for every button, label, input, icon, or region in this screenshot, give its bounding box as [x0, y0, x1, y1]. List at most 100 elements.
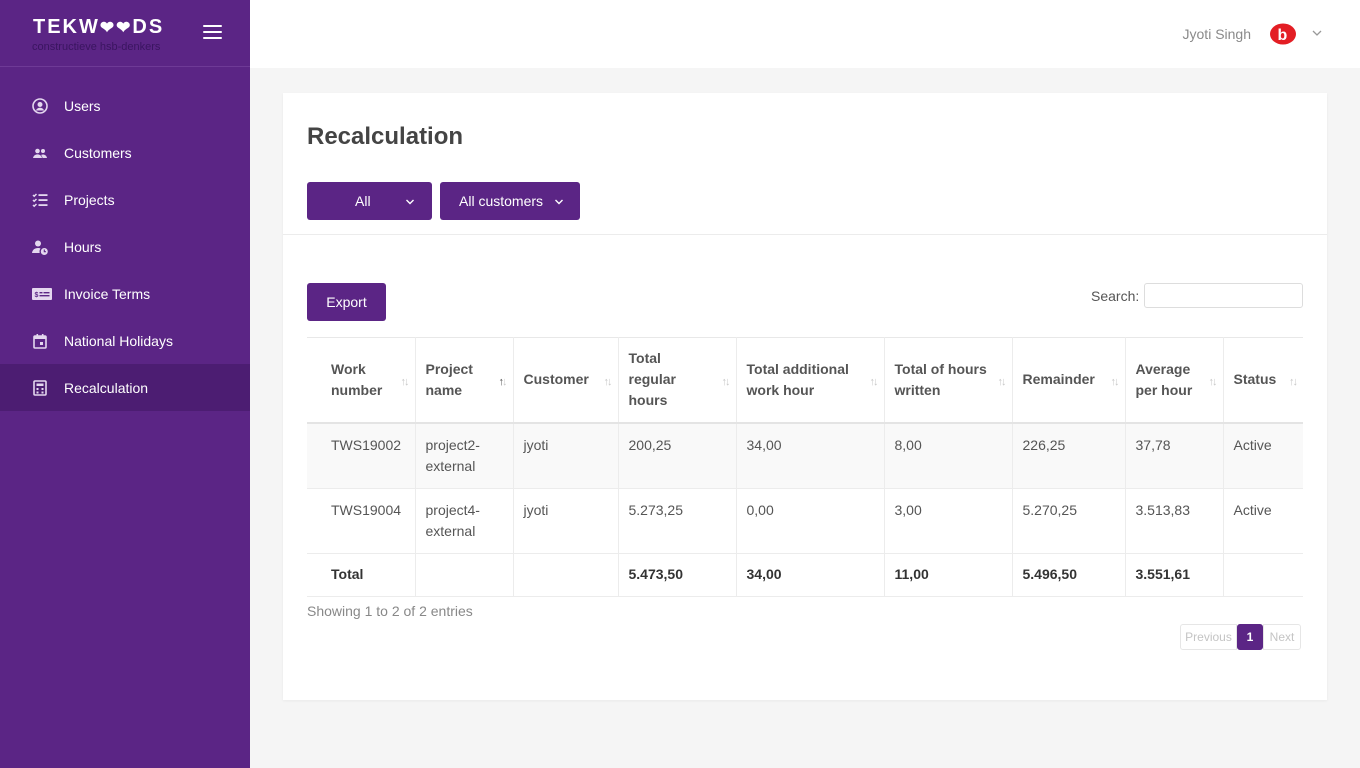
user-clock-icon	[32, 239, 48, 255]
sidebar-nav: Users Customers Projects Hours $ Invoice…	[0, 82, 250, 411]
sort-icon: ↑↓	[721, 376, 731, 388]
cell-status: Active	[1223, 488, 1303, 554]
svg-text:b: b	[1278, 27, 1288, 44]
table-row[interactable]: TWS19002 project2-external jyoti 200,25 …	[307, 422, 1303, 489]
cell-remainder: 5.270,25	[1012, 488, 1126, 554]
column-header-remainder[interactable]: Remainder ↑↓	[1012, 337, 1126, 424]
cell-remainder: 226,25	[1012, 422, 1126, 489]
column-header-total-hours-written[interactable]: Total of hours written ↑↓	[884, 337, 1013, 424]
checklist-icon	[32, 192, 48, 208]
column-header-total-additional-work-hour[interactable]: Total additional work hour ↑↓	[736, 337, 885, 424]
brand-badge-icon[interactable]: b	[1270, 23, 1296, 45]
pagination-next[interactable]: Next	[1263, 624, 1301, 650]
table-info: Showing 1 to 2 of 2 entries	[307, 603, 473, 619]
cell-work-number: TWS19004	[307, 488, 416, 554]
hamburger-menu-icon[interactable]	[203, 25, 222, 39]
table-row[interactable]: TWS19004 project4-external jyoti 5.273,2…	[307, 488, 1303, 554]
column-header-work-number[interactable]: Work number ↑↓	[307, 337, 416, 424]
cell-average-per-hour: 3.513,83	[1125, 488, 1224, 554]
cell-total-additional-work-hour: 34,00	[736, 422, 885, 489]
sidebar-item-recalculation[interactable]: Recalculation	[0, 364, 250, 411]
column-header-label: Project name	[425, 360, 473, 398]
status-filter-dropdown[interactable]: All	[307, 182, 432, 220]
total-remainder: 5.496,50	[1012, 553, 1126, 597]
search-label: Search:	[1091, 288, 1140, 304]
column-header-label: Customer	[523, 371, 589, 388]
column-header-total-regular-hours[interactable]: Total regular hours ↑↓	[618, 337, 737, 424]
cell-work-number: TWS19002	[307, 422, 416, 489]
chevron-down-icon	[404, 195, 416, 211]
total-regular-hours: 5.473,50	[618, 553, 737, 597]
total-cell	[513, 553, 619, 597]
column-header-label: Average per hour	[1135, 360, 1193, 398]
column-header-label: Total of hours written	[894, 360, 987, 398]
cell-total-hours-written: 8,00	[884, 422, 1013, 489]
brand-logo[interactable]: TEKW❤❤DS	[33, 16, 164, 39]
cell-project-name: project2-external	[415, 422, 514, 489]
sidebar-item-projects[interactable]: Projects	[0, 176, 250, 223]
customer-filter-dropdown[interactable]: All customers	[440, 182, 580, 220]
pagination: Previous 1 Next	[1180, 624, 1301, 650]
sidebar-item-label: Invoice Terms	[64, 285, 151, 302]
recalculation-card: Recalculation All All customers Export S…	[283, 93, 1327, 700]
total-cell	[1223, 553, 1303, 597]
search-input[interactable]	[1144, 283, 1303, 308]
sidebar-item-label: Customers	[64, 144, 132, 161]
svg-text:$: $	[35, 292, 39, 299]
sidebar-item-label: Users	[64, 97, 101, 114]
column-header-label: Remainder	[1022, 371, 1095, 388]
sort-icon: ↑↓	[869, 376, 879, 388]
cell-total-additional-work-hour: 0,00	[736, 488, 885, 554]
column-header-project-name[interactable]: Project name ↑↓	[415, 337, 514, 424]
customer-filter-label: All customers	[459, 193, 544, 209]
cell-project-name: project4-external	[415, 488, 514, 554]
column-header-average-per-hour[interactable]: Average per hour ↑↓	[1125, 337, 1224, 424]
column-header-label: Total additional work hour	[746, 360, 849, 398]
cell-customer: jyoti	[513, 488, 619, 554]
table-total-row: Total 5.473,50 34,00 11,00 5.496,50 3.55…	[307, 553, 1303, 597]
table-header-row: Work number ↑↓ Project name ↑↓ Customer ↑↓ …	[307, 337, 1303, 424]
sort-icon: ↑↓	[1208, 376, 1218, 388]
pagination-page-1[interactable]: 1	[1237, 624, 1263, 650]
sort-icon: ↑↓	[603, 376, 613, 388]
column-header-label: Status	[1233, 371, 1277, 388]
recalculation-table: Work number ↑↓ Project name ↑↓ Customer ↑↓ …	[307, 337, 1303, 597]
invoice-icon: $	[32, 286, 52, 302]
sidebar-item-customers[interactable]: Customers	[0, 129, 250, 176]
calendar-icon	[32, 333, 48, 349]
cell-customer: jyoti	[513, 422, 619, 489]
cell-total-regular-hours: 5.273,25	[618, 488, 737, 554]
sidebar-item-national-holidays[interactable]: National Holidays	[0, 317, 250, 364]
status-filter-label: All	[355, 193, 371, 209]
column-header-label: Work number	[331, 360, 383, 398]
sidebar-item-invoice-terms[interactable]: $ Invoice Terms	[0, 270, 250, 317]
export-button[interactable]: Export	[307, 283, 386, 321]
page-title: Recalculation	[307, 123, 464, 150]
cell-total-hours-written: 3,00	[884, 488, 1013, 554]
total-hours-written: 11,00	[884, 553, 1013, 597]
sort-icon: ↑↓	[1110, 376, 1120, 388]
chevron-down-icon	[553, 195, 565, 211]
sidebar-item-label: National Holidays	[64, 332, 173, 349]
total-cell	[415, 553, 514, 597]
sidebar-item-label: Hours	[64, 238, 102, 255]
cell-average-per-hour: 37,78	[1125, 422, 1224, 489]
logo-area: TEKW❤❤DS constructieve hsb-denkers	[0, 0, 250, 67]
column-header-label: Total regular hours	[628, 350, 676, 409]
column-header-status[interactable]: Status ↑↓	[1223, 337, 1303, 424]
sidebar-item-label: Projects	[64, 191, 115, 208]
pagination-previous[interactable]: Previous	[1180, 624, 1237, 650]
column-header-customer[interactable]: Customer ↑↓	[513, 337, 619, 424]
user-name[interactable]: Jyoti Singh	[1183, 26, 1251, 42]
sidebar-item-users[interactable]: Users	[0, 82, 250, 129]
sort-icon: ↑↓	[1289, 376, 1298, 388]
card-header: Recalculation All All customers	[283, 93, 1327, 235]
total-average-per-hour: 3.551,61	[1125, 553, 1224, 597]
sort-asc-icon: ↑↓	[498, 376, 508, 388]
sidebar-item-hours[interactable]: Hours	[0, 223, 250, 270]
total-additional-work-hour: 34,00	[736, 553, 885, 597]
total-label: Total	[307, 553, 416, 597]
sort-icon: ↑↓	[997, 376, 1007, 388]
chevron-down-icon[interactable]	[1311, 26, 1323, 38]
top-bar: Jyoti Singh b	[250, 0, 1360, 68]
